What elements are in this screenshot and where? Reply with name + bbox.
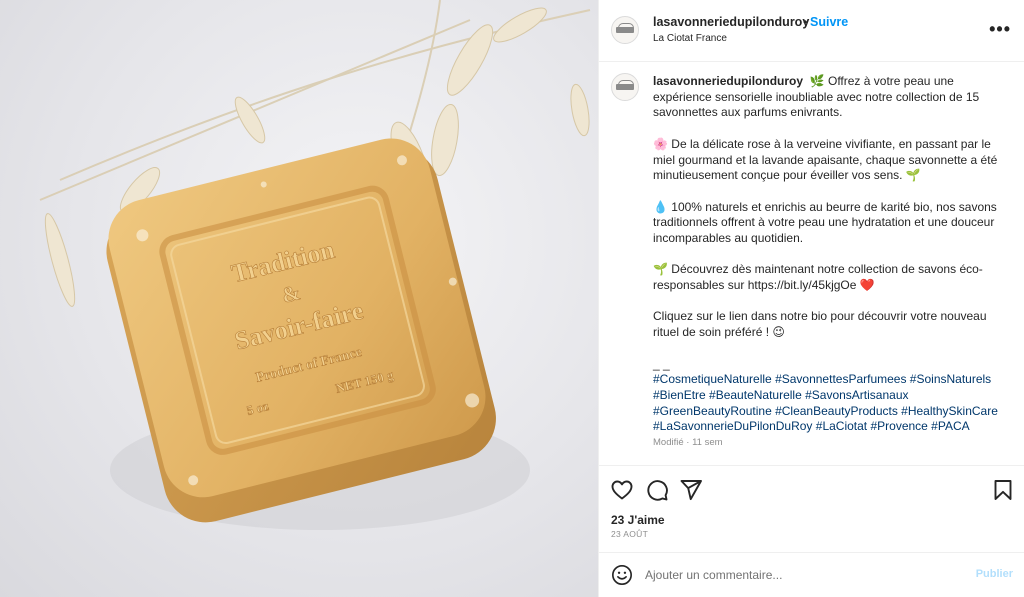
- caption-hashtags[interactable]: #CosmetiqueNaturelle #SavonnettesParfume…: [653, 372, 1003, 435]
- heart-icon[interactable]: [610, 478, 634, 502]
- author-username[interactable]: lasavonneriedupilonduroy: [653, 15, 809, 29]
- more-options-icon[interactable]: •••: [989, 20, 1011, 38]
- comment-input[interactable]: [645, 565, 965, 585]
- post-detail-panel: lasavonneriedupilonduroy • Suivre La Cio…: [598, 0, 1024, 597]
- publish-button[interactable]: Publier: [976, 568, 1013, 580]
- post-actions: 23 J'aime 23 AOÛT: [599, 466, 1024, 556]
- soap-photo-illustration: Tradition & Savoir-faire Product of Fran…: [39, 0, 591, 530]
- avatar[interactable]: [611, 73, 639, 101]
- post-location[interactable]: La Ciotat France: [653, 33, 727, 44]
- caption-paragraph: 💧 100% naturels et enrichis au beurre de…: [653, 199, 997, 245]
- caption-paragraph: Cliquez sur le lien dans notre bio pour …: [653, 309, 987, 340]
- separator-dot: •: [803, 15, 808, 29]
- brand-logo-icon: [616, 23, 634, 33]
- post-date: 23 AOÛT: [611, 529, 649, 539]
- comment-bar: Publier: [599, 552, 1024, 597]
- brand-logo-icon: [616, 80, 634, 90]
- follow-button[interactable]: Suivre: [810, 15, 848, 29]
- caption-username[interactable]: lasavonneriedupilonduroy: [653, 74, 803, 88]
- bookmark-icon[interactable]: [991, 478, 1015, 502]
- post-header: lasavonneriedupilonduroy • Suivre La Cio…: [599, 0, 1024, 62]
- modified-timestamp: Modifié · 11 sem: [653, 437, 723, 449]
- post-photo[interactable]: Tradition & Savoir-faire Product of Fran…: [0, 0, 598, 597]
- post-caption: lasavonneriedupilonduroy 🌿 Offrez à votr…: [653, 74, 1003, 451]
- emoji-icon[interactable]: [611, 564, 633, 586]
- likes-count[interactable]: 23 J'aime: [611, 513, 665, 527]
- caption-dashes: _ _: [653, 356, 670, 371]
- caption-paragraph: 🌱 Découvrez dès maintenant notre collect…: [653, 262, 983, 293]
- caption-paragraph: lasavonneriedupilonduroy 🌿 Offrez à votr…: [653, 74, 1003, 121]
- avatar[interactable]: [611, 16, 639, 44]
- share-icon[interactable]: [679, 478, 703, 502]
- caption-section: lasavonneriedupilonduroy 🌿 Offrez à votr…: [599, 62, 1024, 466]
- caption-paragraph: 🌸 De la délicate rose à la verveine vivi…: [653, 136, 998, 183]
- comment-icon[interactable]: [645, 478, 669, 502]
